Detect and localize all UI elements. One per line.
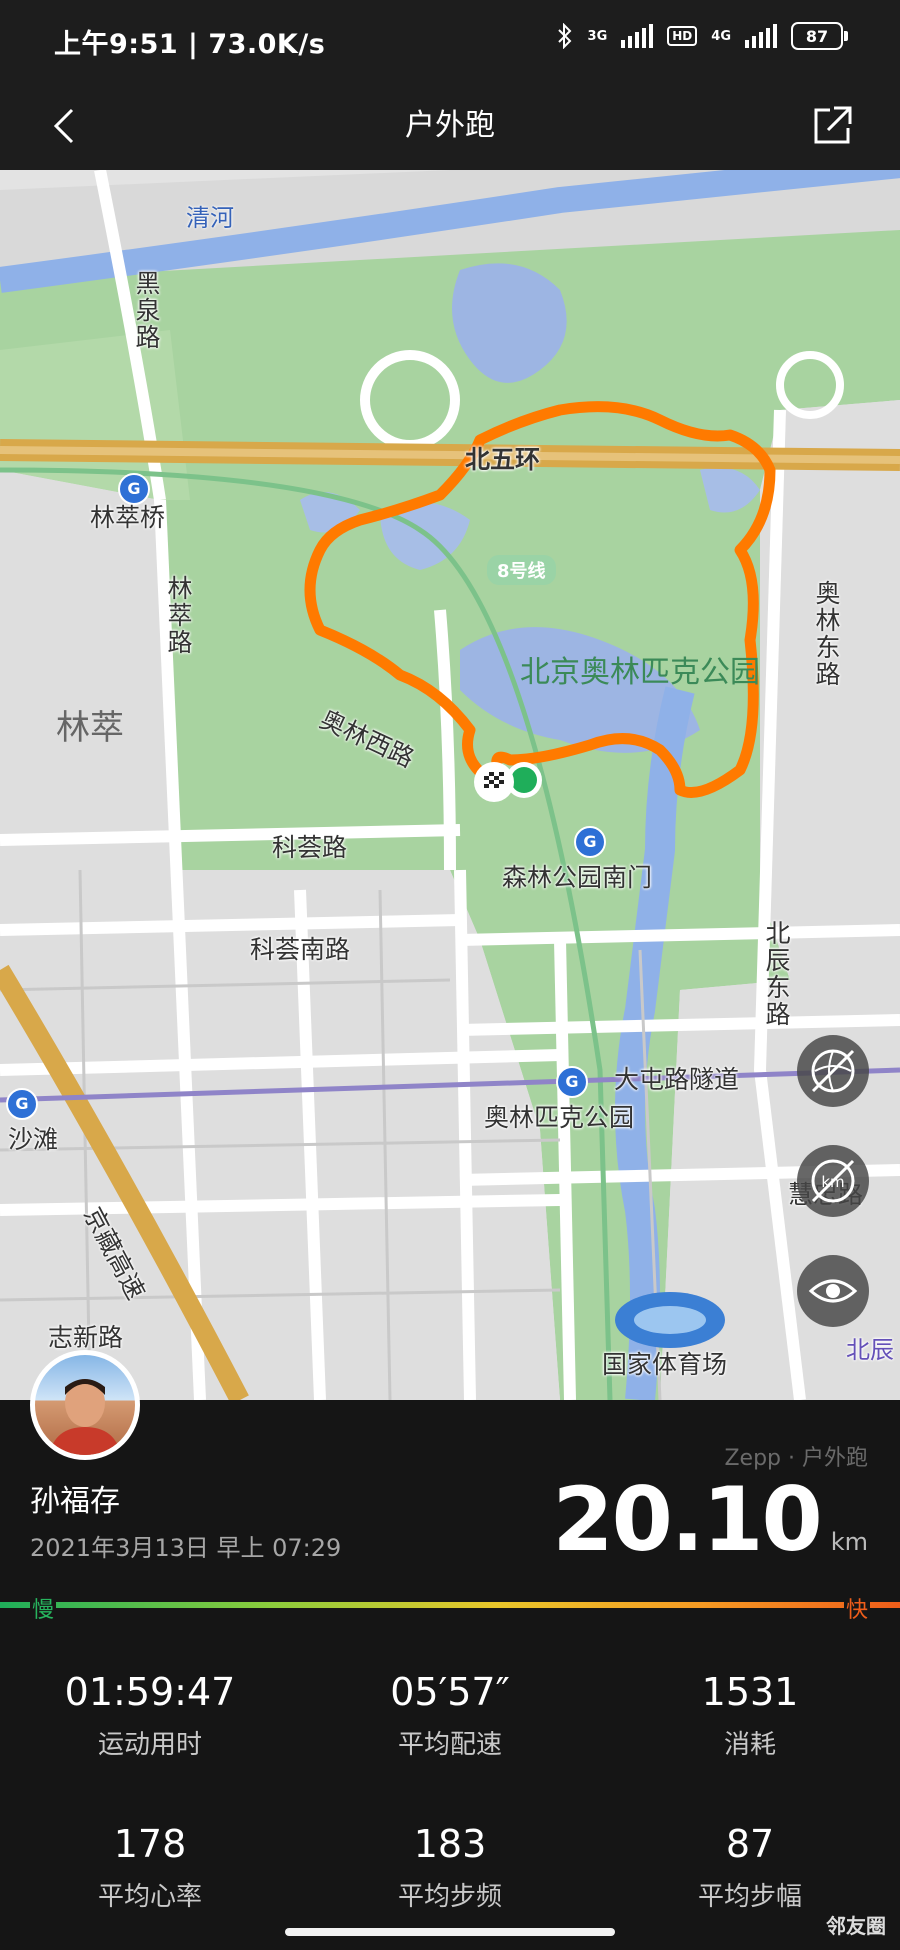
map-label-zhixin: 志新路 — [48, 1323, 124, 1352]
stat-label: 平均心率 — [97, 1882, 202, 1912]
stat-avg-stride: 87 平均步幅 — [600, 1822, 900, 1913]
map-label-qinghe: 清河 — [186, 204, 234, 232]
map-label-beichen: 北辰 — [846, 1336, 894, 1364]
visibility-toggle-button[interactable] — [797, 1255, 869, 1327]
stat-label: 消耗 — [723, 1730, 776, 1760]
stat-value: 01:59:47 — [64, 1670, 236, 1714]
map-label-lincui: 林萃 — [56, 708, 124, 748]
status-time-speed: 上午9:51 | 73.0K/s — [54, 29, 326, 60]
map-label-aolin-dong: 奥林东路 — [812, 580, 841, 688]
summary-panel: Zepp · 户外跑 孙福存 2021年3月13日 早上 07:29 20.10… — [0, 1350, 900, 1950]
stat-value: 1531 — [701, 1670, 799, 1714]
avatar-photo — [35, 1355, 135, 1455]
avatar[interactable] — [30, 1350, 140, 1460]
route-map[interactable]: 清河 黑泉路 北五环 G 林萃桥 8号线 林萃路 奥林东路 北京奥林匹克公园 林… — [0, 170, 900, 1400]
bluetooth-icon — [557, 23, 571, 49]
battery-level: 87 — [791, 22, 843, 50]
map-label-lincuiqiao: 林萃桥 — [90, 503, 166, 532]
stat-value: 183 — [413, 1822, 487, 1866]
metro-line-badge: 8号线 — [487, 555, 556, 585]
signal-icon-2 — [745, 24, 777, 48]
stat-label: 平均步幅 — [697, 1882, 802, 1912]
battery-icon: 87 — [791, 22, 848, 50]
status-bar: 上午9:51 | 73.0K/s 3G HD 4G 87 — [0, 0, 900, 82]
map-label-kehui-nan: 科荟南路 — [250, 935, 351, 964]
map-label-lincui-road: 林萃路 — [164, 575, 193, 656]
map-label-kehui: 科荟路 — [272, 833, 348, 862]
watermark: 邻友圈 — [826, 1914, 886, 1938]
stat-duration: 01:59:47 运动用时 — [0, 1670, 300, 1761]
map-label-stadium: 国家体育场 — [602, 1350, 728, 1379]
distance-unit: km — [830, 1528, 868, 1556]
eye-icon — [808, 1279, 858, 1303]
status-icons: 3G HD 4G 87 — [556, 22, 848, 50]
pace-slow-label: 慢 — [30, 1592, 57, 1624]
stat-label: 平均配速 — [397, 1730, 502, 1760]
share-icon — [814, 106, 852, 144]
share-button[interactable] — [808, 102, 856, 150]
hd-badge: HD — [667, 26, 698, 46]
map-label-south-gate: 森林公园南门 — [502, 863, 653, 892]
pace-gradient-bar — [0, 1602, 900, 1608]
map-label-heiquan: 黑泉路 — [132, 270, 161, 351]
metro-icon-3: G — [556, 1066, 588, 1098]
stat-avg-heart-rate: 178 平均心率 — [0, 1822, 300, 1913]
stat-value: 87 — [725, 1822, 775, 1866]
network-3g-label: 3G — [587, 28, 608, 44]
header: 户外跑 — [0, 82, 900, 170]
workout-date: 2021年3月13日 早上 07:29 — [30, 1534, 342, 1562]
network-4g-label: 4G — [711, 28, 731, 44]
stat-label: 运动用时 — [97, 1730, 202, 1760]
home-indicator[interactable] — [285, 1928, 615, 1936]
km-marker-toggle-button[interactable]: km — [797, 1145, 869, 1217]
map-label-beichen-dong: 北辰东路 — [762, 920, 791, 1028]
user-name: 孙福存 — [30, 1484, 120, 1519]
map-label-aolinpike: 奥林匹克公园 — [484, 1103, 635, 1132]
signal-icon — [621, 24, 654, 48]
distance: 20.10 km — [552, 1468, 868, 1571]
stat-value: 05′57″ — [390, 1670, 510, 1714]
route-toggle-button[interactable] — [797, 1035, 869, 1107]
map-label-datun-tunnel: 大屯路隧道 — [614, 1065, 740, 1094]
map-label-shatan: 沙滩 — [8, 1125, 59, 1154]
pace-fast-label: 快 — [843, 1592, 870, 1624]
page-title: 户外跑 — [405, 108, 495, 143]
stat-avg-cadence: 183 平均步频 — [300, 1822, 600, 1913]
metro-icon-2: G — [574, 826, 606, 858]
km-marker-toggle-icon: km — [811, 1159, 855, 1203]
stat-avg-pace: 05′57″ 平均配速 — [300, 1670, 600, 1761]
route-toggle-icon — [811, 1049, 855, 1093]
map-base — [0, 170, 900, 1400]
map-label-beiwuhuan: 北五环 — [465, 445, 541, 474]
stat-calories: 1531 消耗 — [600, 1670, 900, 1761]
stat-value: 178 — [113, 1822, 187, 1866]
map-label-park: 北京奥林匹克公园 — [520, 655, 760, 690]
stat-label: 平均步频 — [397, 1882, 502, 1912]
metro-icon-4: G — [6, 1088, 38, 1120]
distance-value: 20.10 — [552, 1468, 822, 1571]
